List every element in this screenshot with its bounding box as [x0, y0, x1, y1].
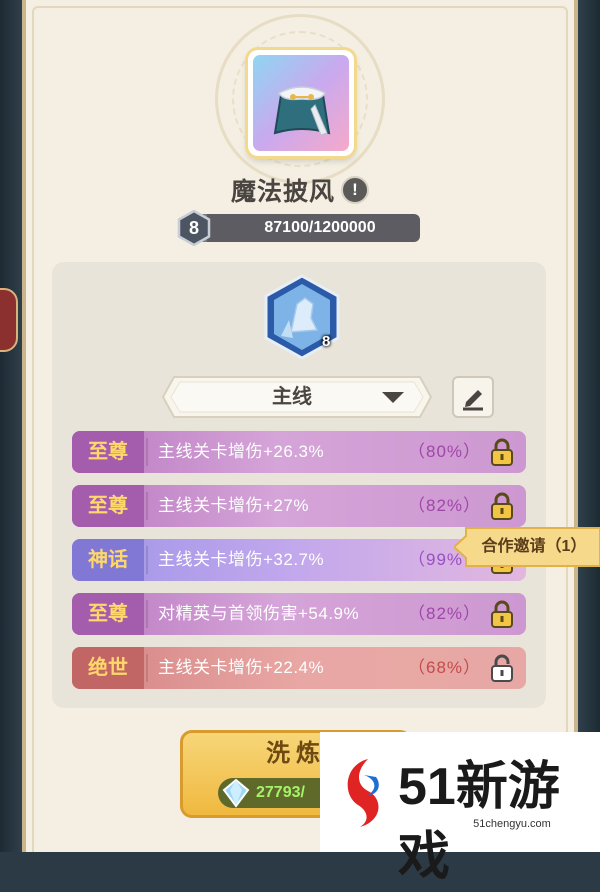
exp-bar: 87100/1200000 — [190, 214, 420, 242]
divider — [146, 438, 148, 466]
gem-icon — [222, 778, 250, 808]
affix-tier: 至尊 — [72, 593, 144, 635]
cape-icon — [253, 55, 349, 151]
affix-desc: 主线关卡增伤+32.7% — [158, 550, 325, 569]
affix-row[interactable]: 绝世 主线关卡增伤+22.4% （68%） — [72, 647, 526, 689]
watermark-url: 51chengyu.com — [473, 818, 551, 830]
affix-tier: 绝世 — [72, 647, 144, 689]
chevron-down-icon[interactable] — [382, 392, 404, 403]
lock-icon[interactable] — [488, 599, 516, 629]
divider — [146, 600, 148, 628]
exp-text: 87100/1200000 — [264, 219, 376, 236]
equipment-icon[interactable] — [248, 50, 354, 156]
lock-icon[interactable] — [488, 491, 516, 521]
level-number: 8 — [188, 218, 199, 238]
divider — [146, 492, 148, 520]
affix-desc: 主线关卡增伤+27% — [158, 496, 309, 515]
lock-icon[interactable] — [488, 437, 516, 467]
affix-row[interactable]: 至尊 对精英与首领伤害+54.9% （82%） — [72, 593, 526, 635]
info-icon[interactable]: ! — [341, 176, 369, 204]
edit-button[interactable] — [452, 376, 494, 418]
affix-tier: 至尊 — [72, 431, 144, 473]
watermark-title: 51新游戏 — [398, 752, 600, 886]
affix-percent: （80%） — [408, 442, 482, 461]
affix-row[interactable]: 至尊 主线关卡增伤+26.3% （80%） — [72, 431, 526, 473]
divider — [146, 654, 148, 682]
watermark-logo — [347, 759, 379, 827]
affix-row[interactable]: 至尊 主线关卡增伤+27% （82%） — [72, 485, 526, 527]
unlock-icon[interactable] — [488, 653, 516, 683]
affix-percent: （68%） — [408, 658, 482, 677]
affix-percent: （82%） — [408, 604, 482, 623]
equipment-title-row: 魔法披风! — [0, 172, 600, 208]
affix-percent: （82%） — [408, 496, 482, 515]
divider — [146, 546, 148, 574]
equipment-name: 魔法披风 — [230, 178, 335, 206]
affix-desc: 对精英与首领伤害+54.9% — [158, 604, 360, 623]
background-ornament — [0, 288, 18, 352]
affix-desc: 主线关卡增伤+22.4% — [158, 658, 325, 677]
affix-tier: 至尊 — [72, 485, 144, 527]
coop-invite-button[interactable]: 合作邀请（1） — [468, 524, 600, 570]
cape-art — [273, 86, 331, 136]
watermark-number: 51 — [398, 758, 456, 816]
skill-level: 8 — [322, 333, 331, 350]
edit-icon — [463, 390, 483, 411]
affix-tier: 神话 — [72, 539, 144, 581]
affix-desc: 主线关卡增伤+26.3% — [158, 442, 325, 461]
wash-cost: 27793/ — [256, 784, 305, 801]
